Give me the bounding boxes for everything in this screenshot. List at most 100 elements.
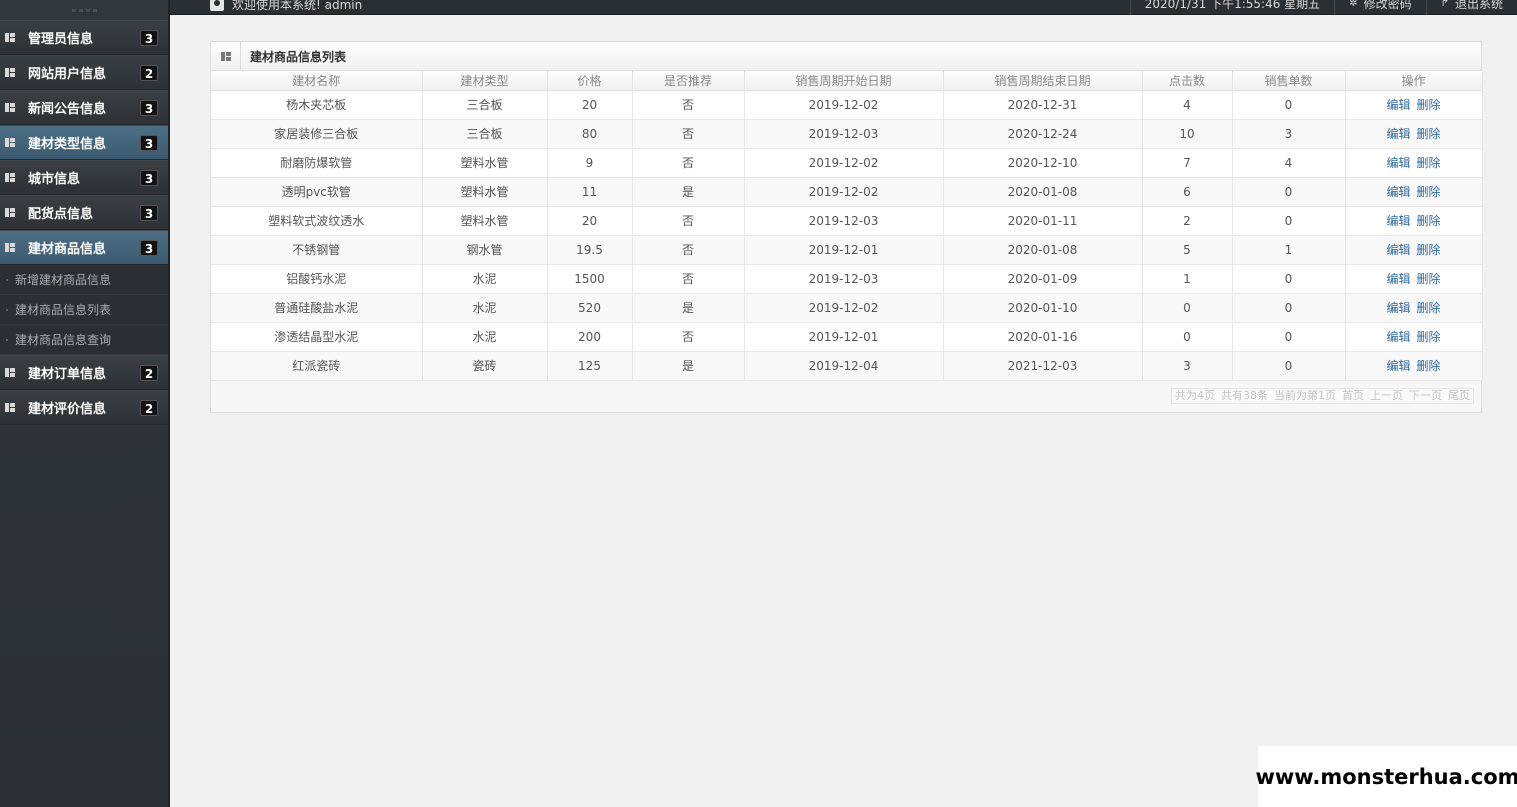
datetime: 2020/1/31 下午1:55:46 星期五 [1129,0,1334,15]
count-badge: 2 [140,65,158,81]
table-row: 铝酸钙水泥 水泥 1500 否 2019-12-03 2020-01-09 1 0 编辑 删除 [211,264,1483,294]
edit-link[interactable]: 编辑 [1386,214,1410,228]
table-cell: 2019-12-01 [744,322,944,352]
pager-total-pages: 共为4页 [1175,389,1215,402]
edit-link[interactable]: 编辑 [1386,185,1410,199]
table-cell: 塑料软式波纹透水 [211,206,423,236]
table-cell: 是 [632,177,745,207]
column-header: 操作 [1345,71,1483,91]
table-cell: 0 [1232,177,1346,207]
table-cell: 0 [1232,322,1346,352]
edit-link[interactable]: 编辑 [1386,127,1410,141]
list-icon [5,243,15,252]
column-header: 建材名称 [211,71,423,91]
edit-link[interactable]: 编辑 [1386,301,1410,315]
sidebar-item-distribution-points[interactable]: 配货点信息 3 [0,195,168,230]
subitem-add-product[interactable]: 新增建材商品信息 [0,265,168,295]
subitem-product-list[interactable]: 建材商品信息列表 [0,295,168,325]
subitem-label: 建材商品信息列表 [15,303,112,317]
sidebar-item-material-types[interactable]: 建材类型信息 3 [0,125,168,160]
count-badge: 3 [140,170,158,186]
sidebar-item-news[interactable]: 新闻公告信息 3 [0,90,168,125]
table-cell: 钢水管 [422,235,548,265]
sidebar-item-label: 建材订单信息 [28,367,107,382]
subitem-product-query[interactable]: 建材商品信息查询 [0,325,168,355]
edit-link[interactable]: 编辑 [1386,330,1410,344]
table-cell: 红派瓷砖 [211,351,423,381]
table-cell: 水泥 [422,264,548,294]
change-password-link[interactable]: ✲ 修改密码 [1334,0,1425,15]
table-cell: 2020-01-08 [943,177,1143,207]
table-cell: 是 [632,351,745,381]
table-cell: 80 [547,119,633,149]
action-cell: 编辑 删除 [1345,351,1483,381]
table-cell: 0 [1232,206,1346,236]
panel-header: 建材商品信息列表 [211,41,1481,71]
table-cell: 0 [1232,293,1346,323]
sidebar-item-label: 管理员信息 [28,32,94,47]
pager-total-records: 共有38条 [1221,389,1268,402]
sidebar-grip [0,0,168,20]
sidebar-item-admin[interactable]: 管理员信息 3 [0,20,168,55]
action-cell: 编辑 删除 [1345,90,1483,120]
top-bar-right: 2020/1/31 下午1:55:46 星期五 ✲ 修改密码 ↱ 退出系统 [1129,0,1517,15]
table-cell: 4 [1232,148,1346,178]
table-row: 家居装修三合板 三合板 80 否 2019-12-03 2020-12-24 10 3 编辑 删除 [211,119,1483,149]
subitem-label: 建材商品信息查询 [15,333,112,347]
table-cell: 否 [632,90,745,120]
list-icon [5,68,15,77]
table-cell: 520 [547,293,633,323]
logout-link[interactable]: ↱ 退出系统 [1425,0,1517,15]
table-cell: 2019-12-01 [744,235,944,265]
table-cell: 塑料水管 [422,177,548,207]
edit-link[interactable]: 编辑 [1386,156,1410,170]
top-bar: 欢迎使用本系统! admin 2020/1/31 下午1:55:46 星期五 ✲… [0,0,1517,15]
product-table: 建材名称 建材类型 价格 是否推荐 销售周期开始日期 销售周期结束日期 点击数 … [211,71,1483,381]
table-cell: 2020-01-08 [943,235,1143,265]
logout-arrow-icon: ↱ [1440,0,1449,9]
action-cell: 编辑 删除 [1345,177,1483,207]
pager-last-link[interactable]: 尾页 [1445,389,1473,403]
table-cell: 6 [1142,177,1233,207]
edit-link[interactable]: 编辑 [1386,98,1410,112]
delete-link[interactable]: 删除 [1417,98,1441,112]
sidebar-item-reviews[interactable]: 建材评价信息 2 [0,390,168,425]
edit-link[interactable]: 编辑 [1386,272,1410,286]
delete-link[interactable]: 删除 [1417,359,1441,373]
table-cell: 水泥 [422,293,548,323]
edit-link[interactable]: 编辑 [1386,359,1410,373]
delete-link[interactable]: 删除 [1417,301,1441,315]
table-cell: 否 [632,206,745,236]
sidebar-item-cities[interactable]: 城市信息 3 [0,160,168,195]
table-body: 杨木夹芯板 三合板 20 否 2019-12-02 2020-12-31 4 0 编辑 删除 家居装… [211,90,1483,381]
pager-next-link[interactable]: 下一页 [1406,389,1445,403]
delete-link[interactable]: 删除 [1417,272,1441,286]
delete-link[interactable]: 删除 [1417,243,1441,257]
sidebar-item-users[interactable]: 网站用户信息 2 [0,55,168,90]
pager-prev-link[interactable]: 上一页 [1367,389,1406,403]
sidebar-item-orders[interactable]: 建材订单信息 2 [0,355,168,390]
sidebar-item-material-products[interactable]: 建材商品信息 3 [0,230,168,265]
gear-icon: ✲ [1349,0,1358,9]
table-cell: 普通硅酸盐水泥 [211,293,423,323]
delete-link[interactable]: 删除 [1417,214,1441,228]
product-list-panel: 建材商品信息列表 建材名称 建材类型 价格 是否推荐 销售周期开始日期 销售周期… [210,41,1483,413]
column-header: 是否推荐 [632,71,745,91]
column-header: 销售单数 [1232,71,1346,91]
table-row: 渗透结晶型水泥 水泥 200 否 2019-12-01 2020-01-16 0 0 编辑 删除 [211,322,1483,352]
table-cell: 是 [632,293,745,323]
table-cell: 渗透结晶型水泥 [211,322,423,352]
edit-link[interactable]: 编辑 [1386,243,1410,257]
delete-link[interactable]: 删除 [1417,127,1441,141]
delete-link[interactable]: 删除 [1417,185,1441,199]
list-icon [5,403,15,412]
table-cell: 2019-12-03 [744,206,944,236]
delete-link[interactable]: 删除 [1417,330,1441,344]
table-cell: 2020-12-31 [943,90,1143,120]
table-cell: 7 [1142,148,1233,178]
delete-link[interactable]: 删除 [1417,156,1441,170]
pager-first-link[interactable]: 首页 [1339,389,1367,403]
column-header: 销售周期开始日期 [744,71,944,91]
table-cell: 1 [1142,264,1233,294]
column-header: 价格 [547,71,633,91]
